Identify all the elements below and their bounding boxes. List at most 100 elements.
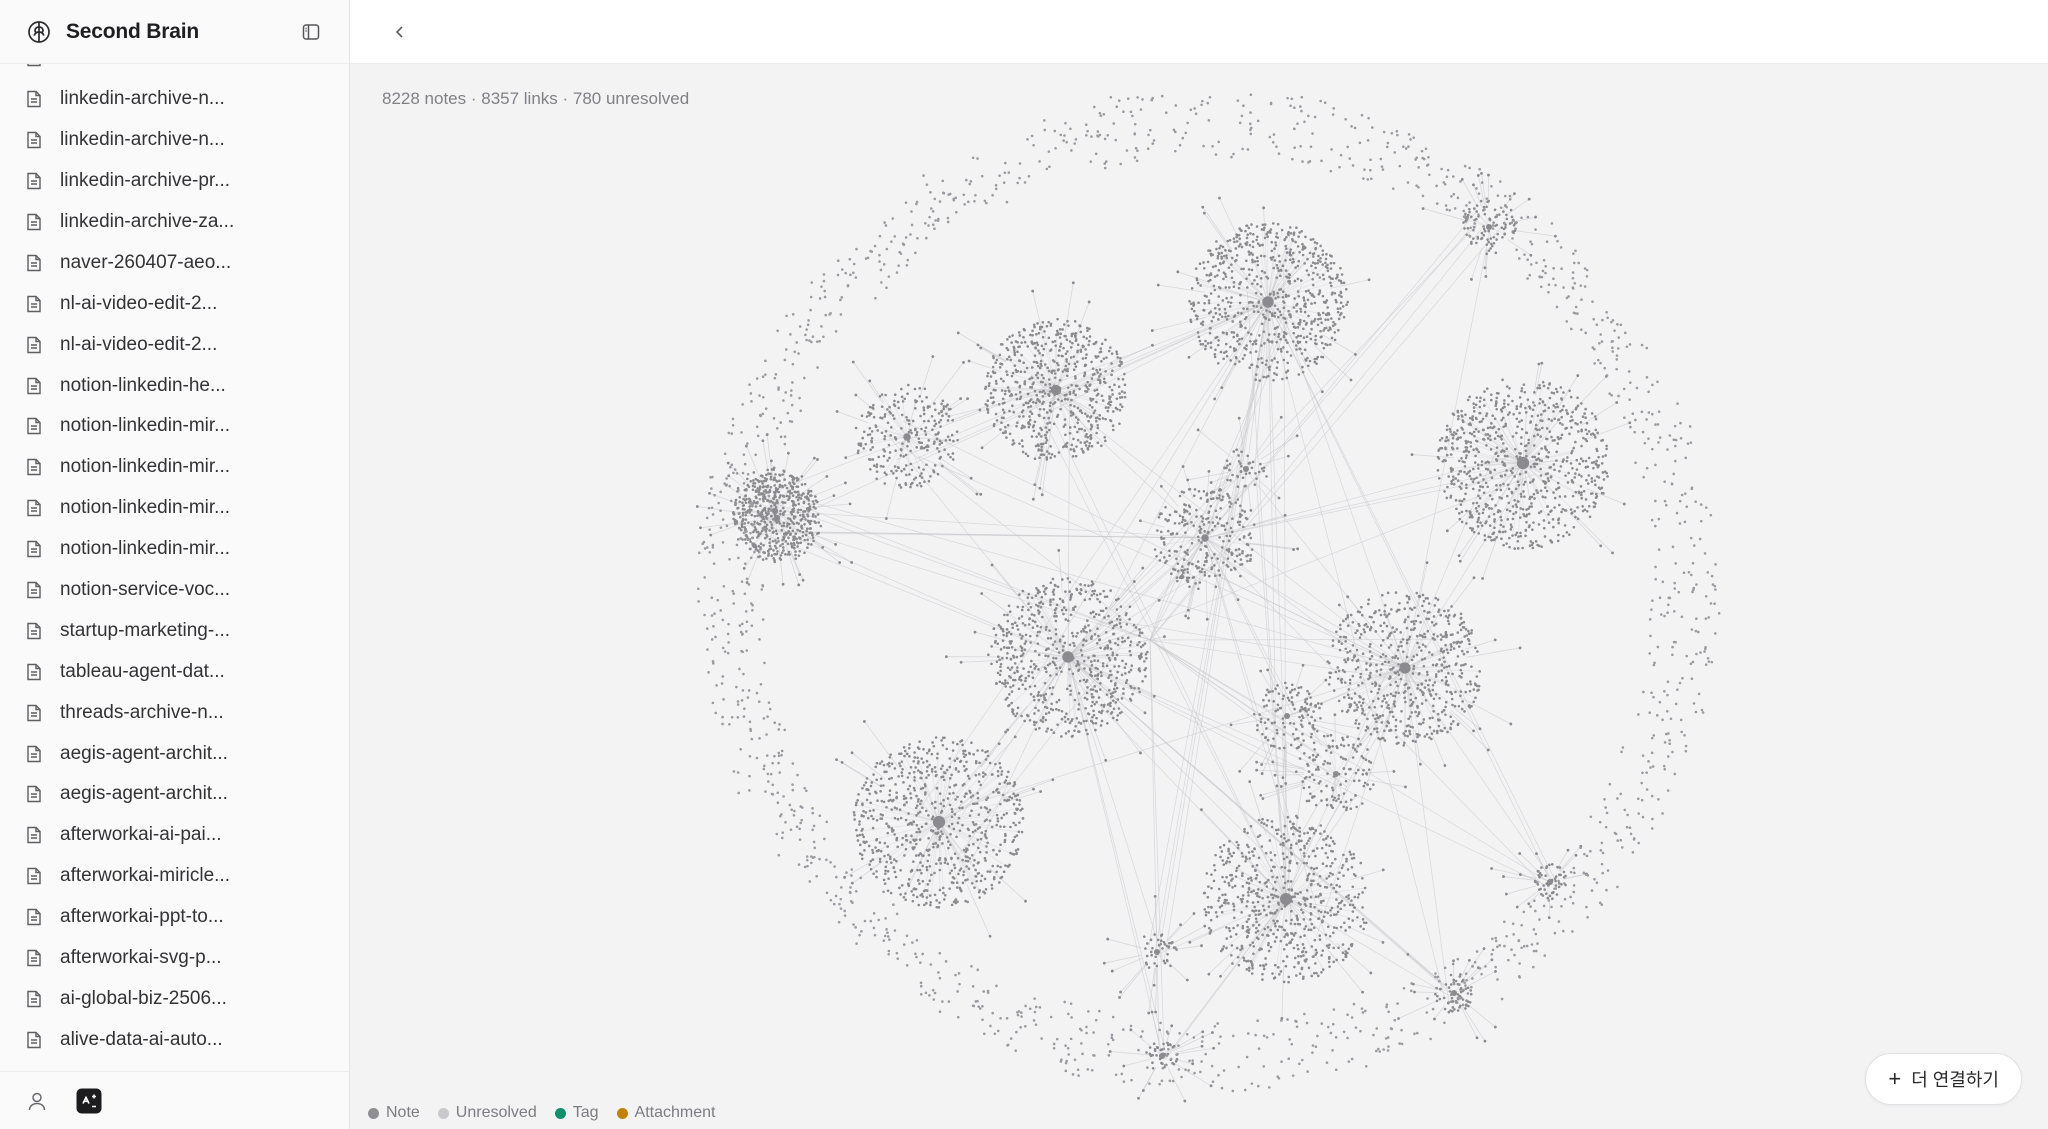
file-list-item[interactable]: notion-linkedin-mir... bbox=[0, 447, 349, 488]
file-list-item[interactable]: afterworkai-miricle... bbox=[0, 856, 349, 897]
file-name: linkedin-archive-za... bbox=[60, 211, 235, 232]
file-list-item[interactable]: linkedin-archive-pr... bbox=[0, 161, 349, 202]
file-name: afterworkai-miricle... bbox=[60, 865, 230, 887]
sidebar-header: Second Brain bbox=[0, 0, 349, 64]
document-icon bbox=[24, 948, 44, 968]
document-icon bbox=[24, 621, 44, 641]
file-list-item[interactable]: linkedin-archive-n... bbox=[0, 120, 349, 161]
ai-assistant-button[interactable] bbox=[74, 1086, 104, 1116]
file-list-item[interactable]: linkedin-archive-za... bbox=[0, 202, 349, 243]
document-icon bbox=[24, 866, 44, 886]
file-name: aegis-agent-archit... bbox=[60, 742, 228, 764]
app-window: Second Brain linkedin-archive-m...linked… bbox=[0, 0, 2048, 1129]
file-name: nl-ai-video-edit-2... bbox=[60, 333, 218, 355]
file-list-item[interactable]: afterworkai-ai-pai... bbox=[0, 815, 349, 856]
file-list-item[interactable]: aegis-agent-archit... bbox=[0, 774, 349, 815]
document-icon bbox=[24, 662, 44, 682]
legend-swatch bbox=[554, 1107, 566, 1119]
file-list-item[interactable]: notion-linkedin-mir... bbox=[0, 529, 349, 570]
file-list-item[interactable]: alive-data-ai-auto... bbox=[0, 1019, 349, 1060]
legend-label: Note bbox=[386, 1104, 420, 1121]
sidebar-toggle-button[interactable] bbox=[297, 18, 325, 46]
document-icon bbox=[24, 703, 44, 723]
legend-swatch bbox=[368, 1107, 379, 1119]
file-name: linkedin-archive-n... bbox=[60, 129, 225, 151]
file-list-item[interactable]: naver-260407-aeo... bbox=[0, 242, 349, 283]
file-name: afterworkai-ai-pai... bbox=[60, 824, 222, 846]
document-icon bbox=[24, 376, 44, 396]
file-list-item[interactable]: afterworkai-svg-p... bbox=[0, 938, 349, 979]
document-icon bbox=[24, 1030, 44, 1050]
document-icon bbox=[24, 457, 44, 477]
document-icon bbox=[24, 580, 44, 600]
file-list-item[interactable]: nl-ai-video-edit-2... bbox=[0, 324, 349, 365]
document-icon bbox=[24, 989, 44, 1009]
file-name: notion-linkedin-he... bbox=[60, 374, 226, 396]
document-icon bbox=[24, 294, 44, 314]
legend-label: Unresolved bbox=[455, 1104, 537, 1121]
brain-icon bbox=[26, 19, 52, 45]
document-icon bbox=[24, 498, 44, 518]
file-list-item[interactable]: notion-linkedin-he... bbox=[0, 365, 349, 406]
file-name: notion-linkedin-mir... bbox=[60, 415, 231, 437]
file-name: linkedin-archive-pr... bbox=[60, 170, 231, 192]
legend-item-note: Note bbox=[368, 1104, 420, 1122]
file-list-item[interactable]: afterworkai-ppt-to... bbox=[0, 897, 349, 938]
legend-item-unresolved: Unresolved bbox=[437, 1104, 537, 1122]
file-name: afterworkai-svg-p... bbox=[60, 947, 222, 969]
legend-item-tag: Tag bbox=[554, 1104, 599, 1122]
file-list-item[interactable]: startup-marketing-... bbox=[0, 610, 349, 651]
legend-label: Attachment bbox=[634, 1104, 716, 1121]
file-list[interactable]: linkedin-archive-m...linkedin-archive-n.… bbox=[0, 58, 349, 1071]
ai-assistant-icon bbox=[76, 1088, 102, 1113]
graph-nodes bbox=[695, 93, 1721, 1103]
file-name: linkedin-archive-n... bbox=[60, 88, 225, 110]
document-icon bbox=[24, 171, 44, 191]
back-button[interactable] bbox=[386, 18, 414, 46]
file-list-item[interactable]: notion-service-voc... bbox=[0, 570, 349, 611]
file-list-item[interactable]: threads-archive-n... bbox=[0, 692, 349, 733]
file-name: afterworkai-ppt-to... bbox=[60, 906, 224, 928]
graph-stats: 8228 notes · 8357 links · 780 unresolved bbox=[382, 89, 690, 108]
document-icon bbox=[24, 825, 44, 845]
file-list-item[interactable]: tableau-agent-dat... bbox=[0, 651, 349, 692]
knowledge-graph[interactable] bbox=[350, 64, 2048, 1129]
legend-swatch bbox=[616, 1107, 628, 1119]
document-icon bbox=[24, 130, 44, 150]
connect-more-button[interactable]: + 더 연결하기 bbox=[1865, 1053, 2022, 1105]
file-list-item[interactable]: notion-linkedin-mir... bbox=[0, 488, 349, 529]
graph-view: 8228 notes · 8357 links · 780 unresolved… bbox=[350, 0, 2048, 1129]
file-name: notion-linkedin-mir... bbox=[60, 456, 231, 478]
file-name: startup-marketing-... bbox=[60, 619, 230, 641]
account-button[interactable] bbox=[22, 1086, 52, 1116]
connect-more-label: 더 연결하기 bbox=[1911, 1070, 1999, 1090]
document-icon bbox=[24, 253, 44, 273]
file-name: notion-service-voc... bbox=[60, 579, 231, 601]
file-list-item[interactable]: notion-linkedin-mir... bbox=[0, 406, 349, 447]
file-list-item[interactable]: aegis-agent-archit... bbox=[0, 733, 349, 774]
file-name: naver-260407-aeo... bbox=[60, 251, 232, 273]
file-list-item[interactable]: linkedin-archive-n... bbox=[0, 79, 349, 120]
file-name: notion-linkedin-mir... bbox=[60, 538, 231, 560]
sidebar-toggle-icon bbox=[302, 23, 320, 40]
document-icon bbox=[24, 416, 44, 436]
file-name: tableau-agent-dat... bbox=[60, 660, 225, 682]
file-list-item[interactable]: ai-global-biz-2506... bbox=[0, 978, 349, 1019]
file-name: threads-archive-n... bbox=[60, 701, 224, 723]
legend-swatch bbox=[437, 1107, 449, 1119]
file-name: ai-global-biz-2506... bbox=[60, 987, 227, 1009]
file-list-item[interactable]: nl-ai-video-edit-2... bbox=[0, 283, 349, 324]
document-icon bbox=[24, 89, 44, 109]
sidebar: Second Brain linkedin-archive-m...linked… bbox=[0, 0, 350, 1129]
document-icon bbox=[24, 335, 44, 355]
file-name: notion-linkedin-mir... bbox=[60, 497, 231, 519]
top-bar bbox=[350, 0, 2048, 64]
graph-legend: Note Unresolved Tag Attachment bbox=[368, 1104, 715, 1122]
document-icon bbox=[24, 539, 44, 559]
legend-label: Tag bbox=[572, 1104, 599, 1121]
file-name: nl-ai-video-edit-2... bbox=[60, 292, 218, 314]
document-icon bbox=[24, 212, 44, 232]
app-title: Second Brain bbox=[66, 19, 199, 43]
legend-item-attachment: Attachment bbox=[616, 1104, 716, 1122]
document-icon bbox=[24, 744, 44, 764]
